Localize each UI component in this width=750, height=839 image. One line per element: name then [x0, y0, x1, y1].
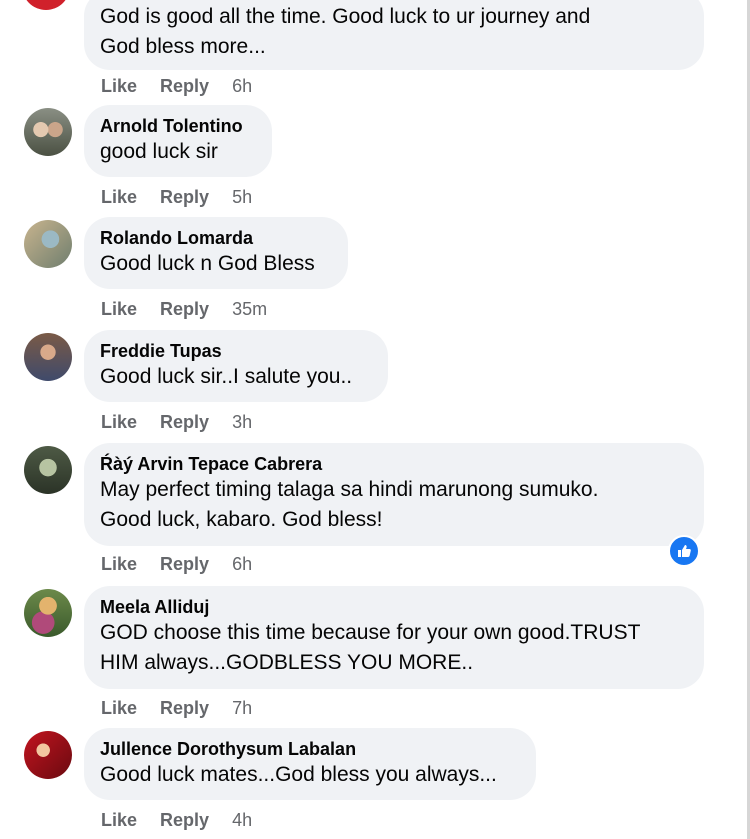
comment-bubble: Meela Alliduj GOD choose this time becau… [84, 586, 704, 689]
comment-actions: Like Reply 7h [101, 697, 252, 719]
comment-actions: Like Reply 6h [101, 75, 252, 97]
comment-text-line: Good luck mates...God bless you always..… [100, 763, 497, 786]
comment-bubble: Freddie Tupas Good luck sir..I salute yo… [84, 330, 388, 402]
comment-bubble: Ŕàý Arvin Tepace Cabrera May perfect tim… [84, 443, 704, 546]
reply-button[interactable]: Reply [160, 554, 209, 574]
comment-text-line: HIM always...GODBLESS YOU MORE.. [100, 651, 474, 674]
comment-text-line: good luck sir [100, 140, 218, 163]
reply-button[interactable]: Reply [160, 810, 209, 830]
like-reaction-icon[interactable] [668, 535, 700, 567]
avatar[interactable] [24, 220, 72, 268]
comment-text-line: Good luck, kabaro. God bless! [100, 508, 383, 531]
commenter-name[interactable]: Meela Alliduj [100, 596, 688, 618]
comment-actions: Like Reply 3h [101, 411, 252, 433]
avatar[interactable] [24, 589, 72, 637]
avatar[interactable] [24, 731, 72, 779]
avatar[interactable] [22, 0, 70, 10]
comment-timestamp[interactable]: 7h [232, 698, 252, 718]
comment-timestamp[interactable]: 6h [232, 76, 252, 96]
commenter-name[interactable]: Jullence Dorothysum Labalan [100, 738, 520, 760]
comment-timestamp[interactable]: 35m [232, 299, 267, 319]
like-button[interactable]: Like [101, 299, 137, 319]
comment-text-line: God bless more... [100, 35, 266, 58]
like-button[interactable]: Like [101, 76, 137, 96]
comment-text-line: GOD choose this time because for your ow… [100, 621, 641, 644]
commenter-name[interactable]: Ŕàý Arvin Tepace Cabrera [100, 453, 688, 475]
comment-timestamp[interactable]: 6h [232, 554, 252, 574]
comment-bubble: Rolando Lomarda Good luck n God Bless [84, 217, 348, 289]
comment-text-line: May perfect timing talaga sa hindi marun… [100, 478, 599, 501]
comment-text-line: Good luck n God Bless [100, 252, 315, 275]
comment-text-line: God is good all the time. Good luck to u… [100, 5, 591, 28]
like-button[interactable]: Like [101, 187, 137, 207]
comment-bubble: Jullence Dorothysum Labalan Good luck ma… [84, 728, 536, 800]
avatar[interactable] [24, 108, 72, 156]
avatar[interactable] [24, 333, 72, 381]
comment-text-line: Good luck sir..I salute you.. [100, 365, 353, 388]
like-button[interactable]: Like [101, 554, 137, 574]
like-button[interactable]: Like [101, 698, 137, 718]
comment-bubble: Arnold Tolentino good luck sir [84, 105, 272, 177]
reply-button[interactable]: Reply [160, 299, 209, 319]
commenter-name[interactable]: Arnold Tolentino [100, 115, 256, 137]
reply-button[interactable]: Reply [160, 698, 209, 718]
comment-timestamp[interactable]: 4h [232, 810, 252, 830]
comment-timestamp[interactable]: 3h [232, 412, 252, 432]
avatar[interactable] [24, 446, 72, 494]
like-button[interactable]: Like [101, 412, 137, 432]
reply-button[interactable]: Reply [160, 76, 209, 96]
like-button[interactable]: Like [101, 810, 137, 830]
comment-actions: Like Reply 5h [101, 186, 252, 208]
commenter-name[interactable]: Freddie Tupas [100, 340, 372, 362]
comment-timestamp[interactable]: 5h [232, 187, 252, 207]
comment-bubble: God is good all the time. Good luck to u… [84, 0, 704, 70]
comment-actions: Like Reply 6h [101, 553, 252, 575]
comment-actions: Like Reply 35m [101, 298, 267, 320]
reply-button[interactable]: Reply [160, 187, 209, 207]
comment-actions: Like Reply 4h [101, 809, 252, 831]
commenter-name[interactable]: Rolando Lomarda [100, 227, 332, 249]
reply-button[interactable]: Reply [160, 412, 209, 432]
